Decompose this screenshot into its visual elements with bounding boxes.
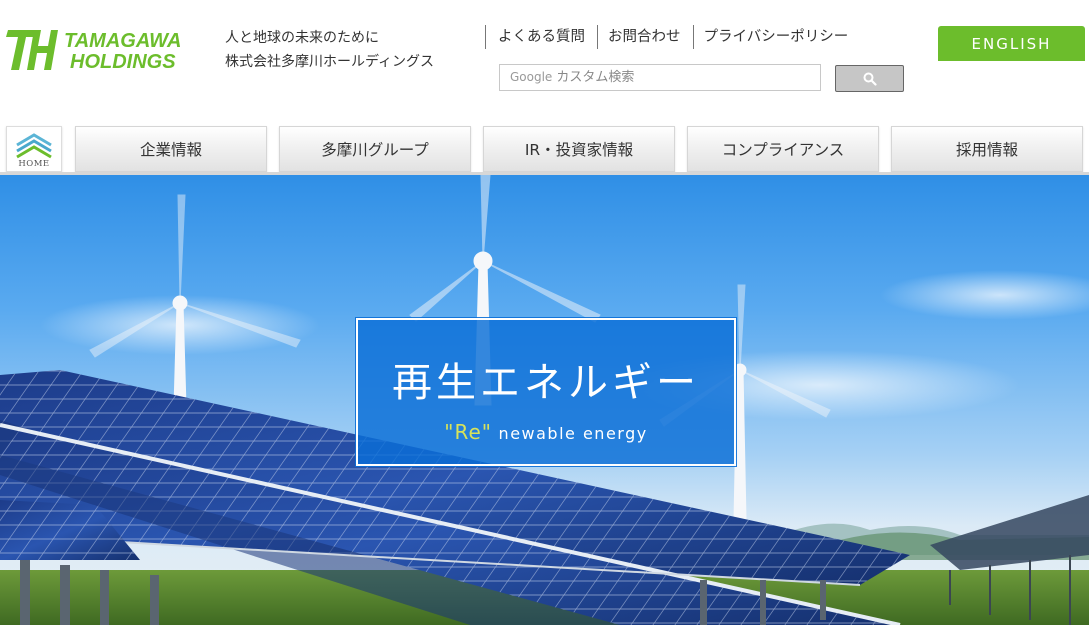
home-icon bbox=[16, 133, 52, 159]
nav-item-recruit[interactable]: 採用情報 bbox=[891, 126, 1083, 172]
utility-nav: よくある質問 お問合わせ プライバシーポリシー bbox=[485, 25, 860, 49]
home-button[interactable]: HOME bbox=[6, 126, 62, 172]
english-button[interactable]: ENGLISH bbox=[938, 26, 1085, 61]
search-button[interactable] bbox=[835, 65, 904, 92]
svg-text:TAMAGAWA: TAMAGAWA bbox=[64, 30, 181, 52]
search-icon bbox=[863, 72, 877, 86]
hero-subtitle-rest: newable energy bbox=[491, 424, 648, 443]
util-link-contact[interactable]: お問合わせ bbox=[597, 25, 693, 49]
search-brand-label: Google bbox=[510, 70, 553, 84]
company-tagline: 人と地球の未来のために 株式会社多摩川ホールディングス bbox=[225, 26, 434, 74]
hero-subtitle-re: "Re" bbox=[444, 420, 492, 444]
search-input[interactable]: Google カスタム検索 bbox=[499, 64, 821, 91]
nav-item-group[interactable]: 多摩川グループ bbox=[279, 126, 471, 172]
company-logo[interactable]: TAMAGAWA HOLDINGS bbox=[6, 24, 206, 76]
hero-subtitle: "Re" newable energy bbox=[358, 420, 734, 444]
nav-item-ir[interactable]: IR・投資家情報 bbox=[483, 126, 675, 172]
tagline-line-1: 人と地球の未来のために bbox=[225, 30, 379, 46]
nav-item-company[interactable]: 企業情報 bbox=[75, 126, 267, 172]
global-nav: HOME 企業情報 多摩川グループ IR・投資家情報 コンプライアンス 採用情報 bbox=[0, 126, 1089, 174]
svg-text:HOLDINGS: HOLDINGS bbox=[70, 51, 176, 73]
search-placeholder: カスタム検索 bbox=[556, 70, 635, 85]
util-link-faq[interactable]: よくある質問 bbox=[485, 25, 597, 49]
util-link-privacy[interactable]: プライバシーポリシー bbox=[692, 25, 861, 49]
hero-title: 再生エネルギー bbox=[392, 360, 700, 406]
hero-banner: 再生エネルギー "Re" newable energy bbox=[0, 175, 1089, 625]
tagline-line-2: 株式会社多摩川ホールディングス bbox=[225, 54, 435, 70]
home-label: HOME bbox=[18, 159, 50, 169]
site-header: TAMAGAWA HOLDINGS 人と地球の未来のために 株式会社多摩川ホール… bbox=[0, 0, 1089, 126]
nav-item-compliance[interactable]: コンプライアンス bbox=[687, 126, 879, 172]
hero-caption-box: 再生エネルギー "Re" newable energy bbox=[355, 317, 737, 467]
